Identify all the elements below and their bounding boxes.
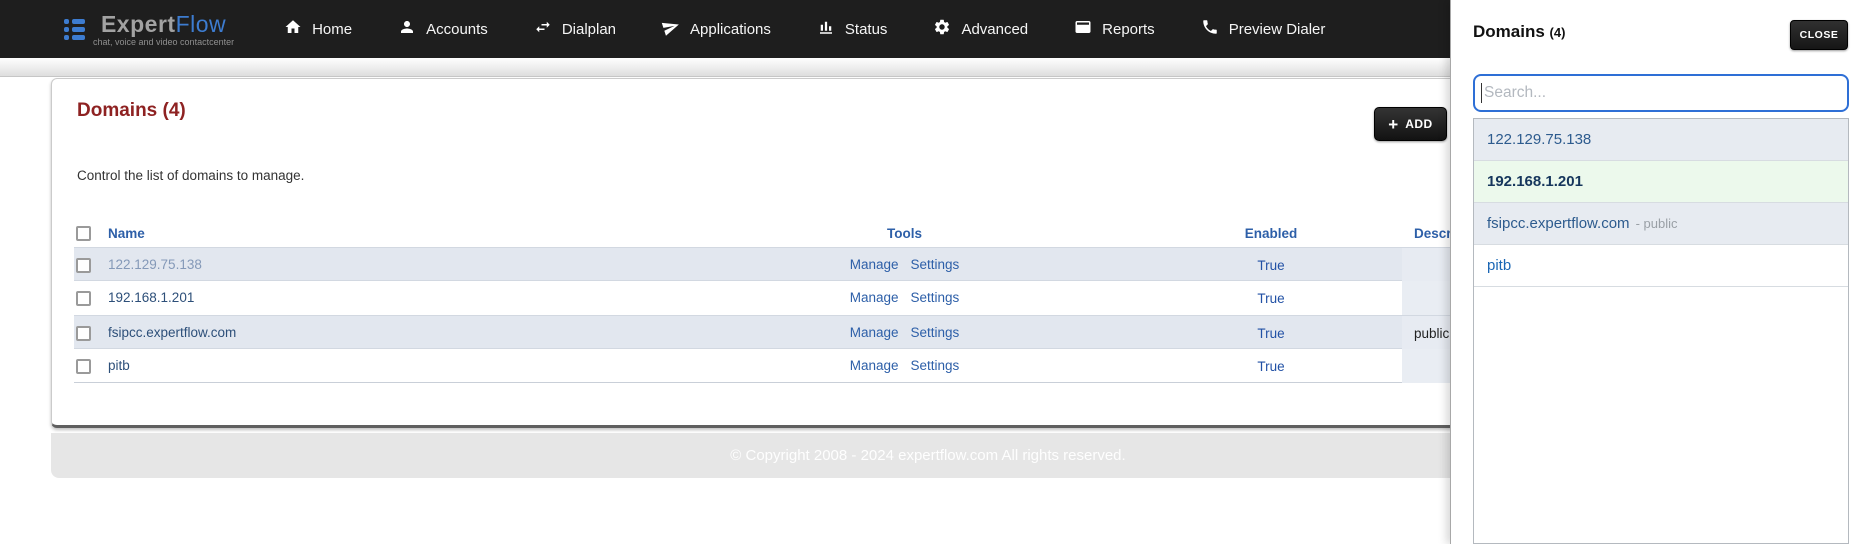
domain-list: 122.129.75.138 192.168.1.201 fsipcc.expert… bbox=[1473, 118, 1849, 544]
domain-item-label: 122.129.75.138 bbox=[1487, 131, 1592, 148]
enabled-cell: True bbox=[1257, 257, 1285, 273]
domain-list-item[interactable]: fsipcc.expertflow.com - public bbox=[1474, 203, 1848, 245]
settings-link[interactable]: Settings bbox=[911, 257, 960, 272]
row-checkbox[interactable] bbox=[76, 290, 91, 306]
domain-name-cell: 122.129.75.138 bbox=[108, 256, 748, 274]
domain-item-label: 192.168.1.201 bbox=[1487, 173, 1583, 190]
nav-item-preview-dialer[interactable]: Preview Dialer bbox=[1201, 18, 1326, 40]
accounts-icon bbox=[398, 18, 416, 40]
page-title: Domains (4) bbox=[77, 100, 186, 121]
nav-item-advanced[interactable]: Advanced bbox=[933, 18, 1028, 40]
manage-link[interactable]: Manage bbox=[850, 257, 899, 272]
applications-icon bbox=[661, 18, 680, 40]
settings-link[interactable]: Settings bbox=[911, 290, 960, 305]
nav-item-label: Advanced bbox=[961, 20, 1029, 38]
domain-search-input[interactable] bbox=[1473, 74, 1849, 112]
nav-item-label: Dialplan bbox=[561, 20, 617, 38]
nav-item-label: Home bbox=[312, 20, 353, 38]
column-header-tools: Tools bbox=[887, 225, 922, 241]
domain-list-item[interactable]: 122.129.75.138 bbox=[1474, 119, 1848, 161]
nav-item-label: Preview Dialer bbox=[1228, 20, 1326, 38]
nav-item-dialplan[interactable]: Dialplan bbox=[534, 18, 616, 40]
enabled-cell: True bbox=[1257, 325, 1285, 341]
tools-cell: Manage Settings bbox=[748, 256, 1061, 274]
nav-menu: Home Accounts Dialplan Applications Status Ad… bbox=[284, 18, 1325, 40]
brand-tagline: chat, voice and video contactcenter bbox=[93, 36, 235, 47]
settings-link[interactable]: Settings bbox=[911, 358, 960, 373]
domain-list-item[interactable]: 192.168.1.201 bbox=[1474, 161, 1848, 203]
home-icon bbox=[284, 18, 302, 40]
enabled-cell: True bbox=[1257, 358, 1285, 374]
row-checkbox[interactable] bbox=[76, 257, 91, 273]
nav-item-reports[interactable]: Reports bbox=[1074, 18, 1155, 40]
brand-dots-icon bbox=[64, 18, 85, 40]
tools-cell: Manage Settings bbox=[748, 324, 1061, 342]
add-button[interactable]: + ADD bbox=[1374, 107, 1447, 141]
nav-item-label: Status bbox=[844, 20, 888, 38]
domain-item-label: fsipcc.expertflow.com bbox=[1487, 215, 1630, 232]
row-checkbox[interactable] bbox=[76, 358, 91, 374]
copyright-text: © Copyright 2008 - 2024 expertflow.com A… bbox=[730, 447, 1126, 464]
settings-link[interactable]: Settings bbox=[911, 325, 960, 340]
domain-list-item[interactable]: pitb bbox=[1474, 245, 1848, 287]
brand-logo[interactable]: ExpertFlow chat, voice and video contact… bbox=[64, 12, 234, 47]
nav-item-status[interactable]: Status bbox=[817, 18, 888, 40]
domain-name-link[interactable]: fsipcc.expertflow.com bbox=[108, 325, 236, 340]
select-all-checkbox[interactable] bbox=[76, 225, 91, 241]
nav-item-label: Accounts bbox=[426, 20, 488, 38]
nav-item-accounts[interactable]: Accounts bbox=[398, 18, 488, 40]
manage-link[interactable]: Manage bbox=[850, 358, 899, 373]
column-header-enabled[interactable]: Enabled bbox=[1140, 226, 1402, 241]
domain-name-link[interactable]: 122.129.75.138 bbox=[108, 257, 202, 272]
plus-icon: + bbox=[1388, 114, 1399, 134]
domain-name-cell: pitb bbox=[108, 357, 748, 375]
domain-name-cell: fsipcc.expertflow.com bbox=[108, 324, 748, 342]
nav-item-home[interactable]: Home bbox=[284, 18, 352, 40]
dialplan-icon bbox=[534, 18, 552, 40]
tools-cell: Manage Settings bbox=[748, 357, 1061, 375]
tools-cell: Manage Settings bbox=[748, 289, 1061, 307]
nav-item-label: Applications bbox=[690, 20, 771, 38]
preview-dialer-icon bbox=[1201, 18, 1219, 40]
text-caret bbox=[1481, 83, 1482, 103]
advanced-icon bbox=[933, 18, 951, 40]
domain-item-suffix: - public bbox=[1635, 216, 1678, 231]
manage-link[interactable]: Manage bbox=[850, 325, 899, 340]
row-checkbox[interactable] bbox=[76, 325, 91, 341]
domain-name-cell: 192.168.1.201 bbox=[108, 289, 748, 307]
domain-selector-panel: Domains (4) CLOSE 122.129.75.138 192.168.… bbox=[1450, 0, 1856, 544]
column-header-name[interactable]: Name bbox=[108, 226, 748, 241]
reports-icon bbox=[1074, 18, 1092, 40]
panel-title: Domains (4) bbox=[1473, 22, 1566, 41]
page-subtitle: Control the list of domains to manage. bbox=[77, 168, 305, 183]
enabled-cell: True bbox=[1257, 290, 1285, 306]
domain-name-link[interactable]: 192.168.1.201 bbox=[108, 290, 194, 305]
domain-name-link[interactable]: pitb bbox=[108, 358, 130, 373]
brand-name: ExpertFlow bbox=[100, 10, 227, 37]
status-icon bbox=[817, 18, 835, 40]
nav-item-label: Reports bbox=[1102, 20, 1155, 38]
domain-item-label: pitb bbox=[1487, 257, 1512, 274]
manage-link[interactable]: Manage bbox=[850, 290, 899, 305]
nav-item-applications[interactable]: Applications bbox=[661, 18, 771, 40]
close-button[interactable]: CLOSE bbox=[1790, 20, 1848, 50]
